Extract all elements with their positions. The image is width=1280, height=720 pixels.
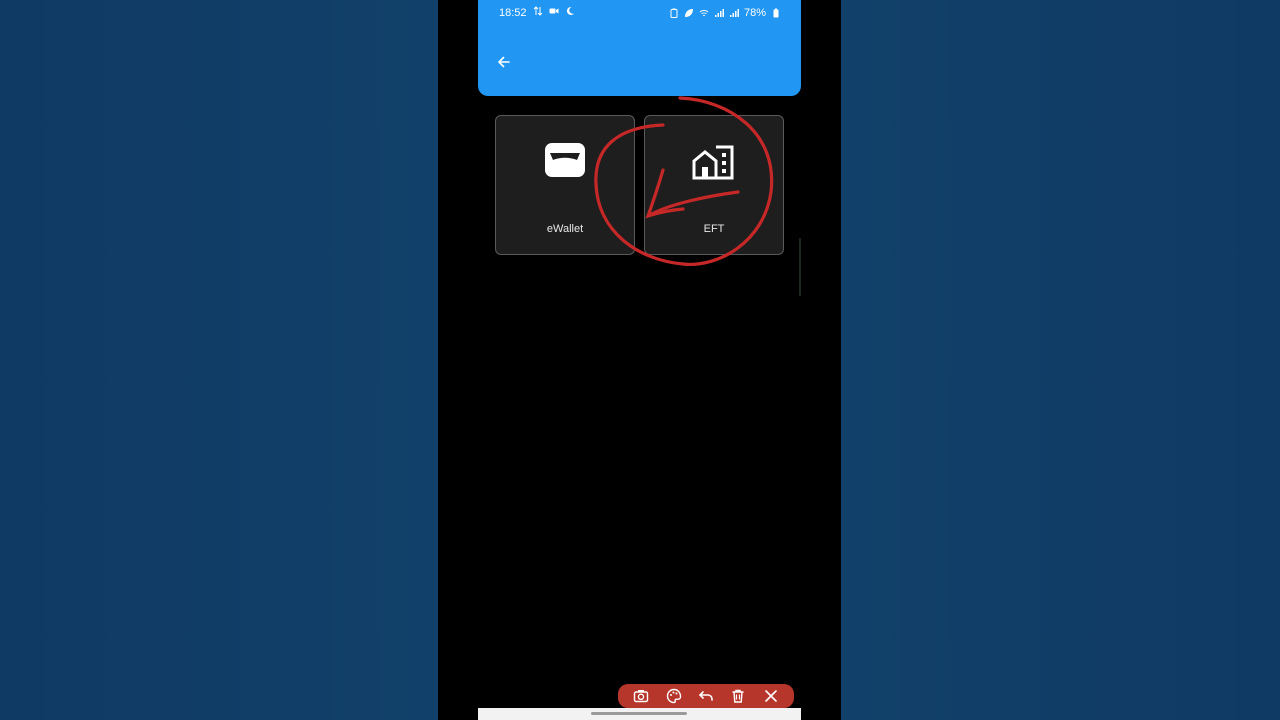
- bank-building-icon: [692, 145, 734, 180]
- wallet-icon: [545, 143, 585, 177]
- home-handle[interactable]: [591, 712, 687, 715]
- arrow-left-icon: [498, 56, 510, 68]
- palette-button[interactable]: [665, 687, 683, 705]
- signal-icon-2: [729, 9, 739, 17]
- battery-saver-icon: [670, 8, 678, 18]
- wifi-icon: [699, 10, 709, 16]
- eft-label: EFT: [703, 223, 725, 235]
- eft-tile[interactable]: EFT: [644, 115, 784, 255]
- status-time: 18:52: [499, 7, 527, 19]
- undo-button[interactable]: [697, 687, 715, 705]
- battery-percent: 78%: [743, 7, 766, 19]
- phone-screen: 18:52 78% eWallet EFT: [438, 0, 841, 720]
- status-left-icons: [533, 6, 575, 16]
- leaf-icon: [684, 9, 693, 17]
- data-transfer-icon: [533, 6, 543, 16]
- navigation-bar: [478, 708, 801, 720]
- close-button[interactable]: [762, 687, 780, 705]
- scroll-indicator: [799, 238, 801, 296]
- app-header: 18:52 78%: [478, 0, 801, 96]
- palette-icon: [666, 688, 681, 704]
- status-bar: 18:52 78%: [478, 0, 801, 28]
- undo-icon: [698, 691, 713, 701]
- video-camera-icon: [549, 8, 559, 14]
- screen-recorder-toolbar: [618, 684, 794, 708]
- moon-icon: [566, 6, 574, 15]
- signal-icon: [714, 9, 724, 17]
- battery-icon: [773, 8, 779, 18]
- ewallet-label: eWallet: [546, 223, 584, 235]
- trash-icon: [732, 689, 744, 703]
- close-icon: [764, 690, 777, 702]
- delete-button[interactable]: [729, 687, 747, 705]
- status-right-icons: 78%: [669, 7, 781, 19]
- ewallet-tile[interactable]: eWallet: [495, 115, 635, 255]
- screenshot-button[interactable]: [632, 687, 650, 705]
- camera-icon: [634, 690, 649, 703]
- back-button[interactable]: [494, 52, 514, 72]
